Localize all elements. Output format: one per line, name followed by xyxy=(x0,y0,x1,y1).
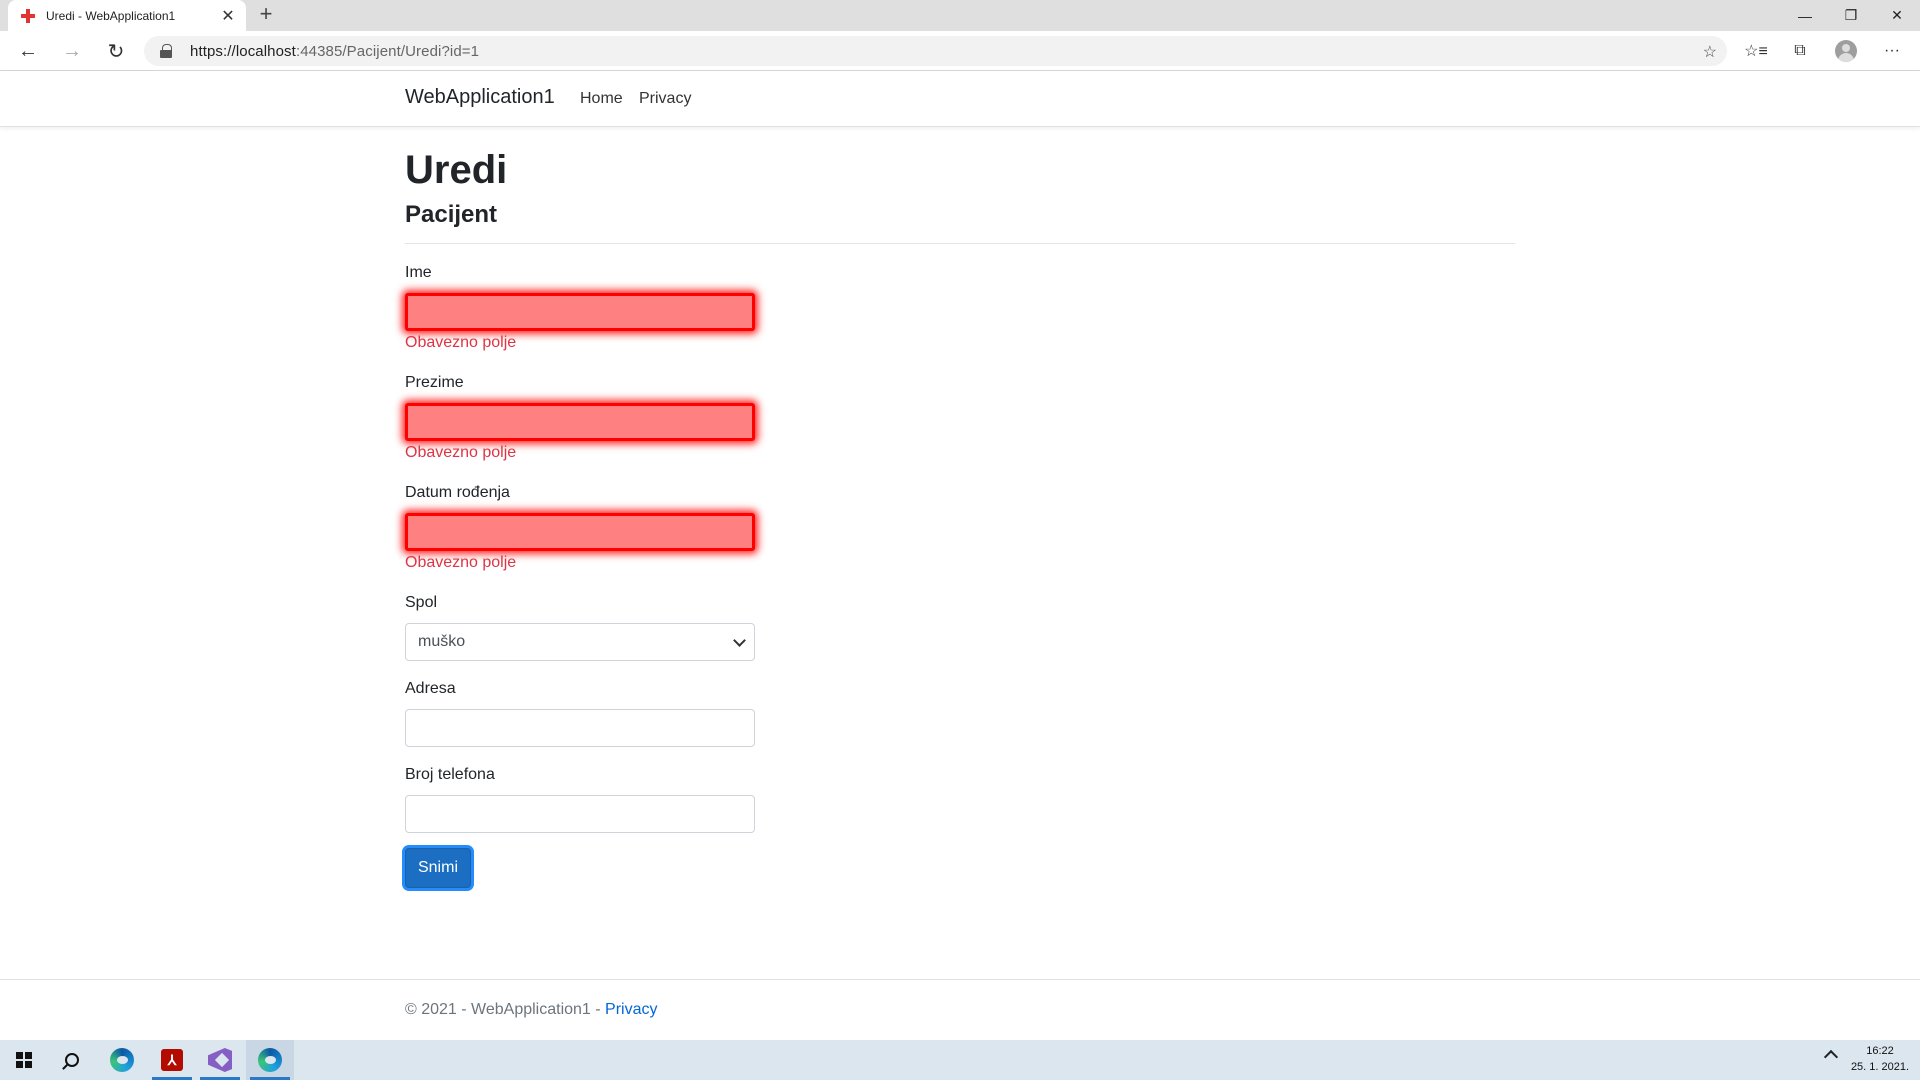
footer-text: © 2021 - WebApplication1 - Privacy xyxy=(405,1001,658,1019)
lock-icon xyxy=(160,44,172,58)
tray-chevron-up-icon[interactable] xyxy=(1823,1049,1839,1065)
input-ime[interactable] xyxy=(405,293,755,331)
site-footer: © 2021 - WebApplication1 - Privacy xyxy=(0,979,1920,1040)
nav-link-privacy[interactable]: Privacy xyxy=(639,90,691,108)
edge-browser-icon[interactable] xyxy=(98,1040,146,1080)
profile-avatar-icon[interactable] xyxy=(1832,37,1860,65)
select-spol-value: muško xyxy=(418,633,466,650)
snimi-button[interactable]: Snimi xyxy=(405,848,471,888)
address-bar-row: ← → ↻ https://localhost:44385/Pacijent/U… xyxy=(0,31,1920,71)
divider xyxy=(405,243,1515,244)
input-datum-rodenja[interactable] xyxy=(405,513,755,551)
url-field[interactable]: https://localhost:44385/Pacijent/Uredi?i… xyxy=(144,36,1727,66)
clock-date: 25. 1. 2021. xyxy=(1850,1061,1910,1073)
web-page: WebApplication1 Home Privacy Uredi Pacij… xyxy=(0,71,1920,1040)
system-clock[interactable]: 16:22 25. 1. 2021. xyxy=(1846,1043,1914,1075)
search-icon[interactable] xyxy=(48,1040,96,1080)
url-host: https://localhost xyxy=(190,42,296,60)
input-prezime[interactable] xyxy=(405,403,755,441)
url-text: https://localhost:44385/Pacijent/Uredi?i… xyxy=(190,43,479,60)
window-controls: — ❐ ✕ xyxy=(1782,0,1920,31)
close-tab-icon[interactable]: ✕ xyxy=(220,6,236,26)
minimize-icon[interactable]: — xyxy=(1782,0,1828,31)
page-title: Uredi xyxy=(405,148,508,192)
new-tab-plus-icon[interactable]: + xyxy=(254,3,278,27)
favorites-list-icon[interactable]: ☆≡ xyxy=(1742,37,1770,65)
error-ime: Obavezno polje xyxy=(405,334,517,351)
nav-link-home[interactable]: Home xyxy=(580,90,623,108)
tab-title: Uredi - WebApplication1 xyxy=(46,8,176,23)
label-datum-rodenja: Datum rođenja xyxy=(405,484,510,501)
browser-tab[interactable]: Uredi - WebApplication1 ✕ xyxy=(8,0,246,31)
edge-active-window-icon[interactable] xyxy=(246,1040,294,1080)
visual-studio-icon[interactable] xyxy=(196,1040,244,1080)
forward-arrow-icon[interactable]: → xyxy=(58,37,86,65)
windows-taskbar: ⅄ 16:22 25. 1. 2021. xyxy=(0,1040,1920,1080)
navbar-brand[interactable]: WebApplication1 xyxy=(405,86,555,109)
footer-copyright: © 2021 - WebApplication1 - xyxy=(405,1001,606,1018)
restore-icon[interactable]: ❐ xyxy=(1828,0,1874,31)
input-broj-telefona[interactable] xyxy=(405,795,755,833)
label-broj-telefona: Broj telefona xyxy=(405,766,495,783)
chevron-down-icon xyxy=(733,634,746,647)
input-adresa[interactable] xyxy=(405,709,755,747)
page-subtitle: Pacijent xyxy=(405,201,498,228)
footer-privacy-link[interactable]: Privacy xyxy=(605,1001,657,1018)
label-spol: Spol xyxy=(405,594,438,611)
label-ime: Ime xyxy=(405,264,432,281)
error-prezime: Obavezno polje xyxy=(405,444,517,461)
collections-icon[interactable]: ⧉ xyxy=(1786,37,1814,65)
label-prezime: Prezime xyxy=(405,374,464,391)
more-menu-icon[interactable]: ··· xyxy=(1878,37,1906,65)
label-adresa: Adresa xyxy=(405,680,456,697)
windows-start-icon[interactable] xyxy=(0,1040,48,1080)
select-spol[interactable]: muško xyxy=(405,623,755,661)
error-datum-rodenja: Obavezno polje xyxy=(405,554,517,571)
red-cross-favicon-icon xyxy=(20,8,36,24)
add-favorite-star-icon[interactable]: ☆ xyxy=(1703,42,1717,62)
refresh-icon[interactable]: ↻ xyxy=(102,37,130,65)
browser-tab-bar: Uredi - WebApplication1 ✕ + — ❐ ✕ xyxy=(0,0,1920,31)
acrobat-reader-icon[interactable]: ⅄ xyxy=(148,1040,196,1080)
back-arrow-icon[interactable]: ← xyxy=(14,37,42,65)
url-path: :44385/Pacijent/Uredi?id=1 xyxy=(295,42,480,60)
site-navbar: WebApplication1 Home Privacy xyxy=(0,71,1920,127)
close-window-icon[interactable]: ✕ xyxy=(1874,0,1920,31)
clock-time: 16:22 xyxy=(1866,1045,1894,1057)
